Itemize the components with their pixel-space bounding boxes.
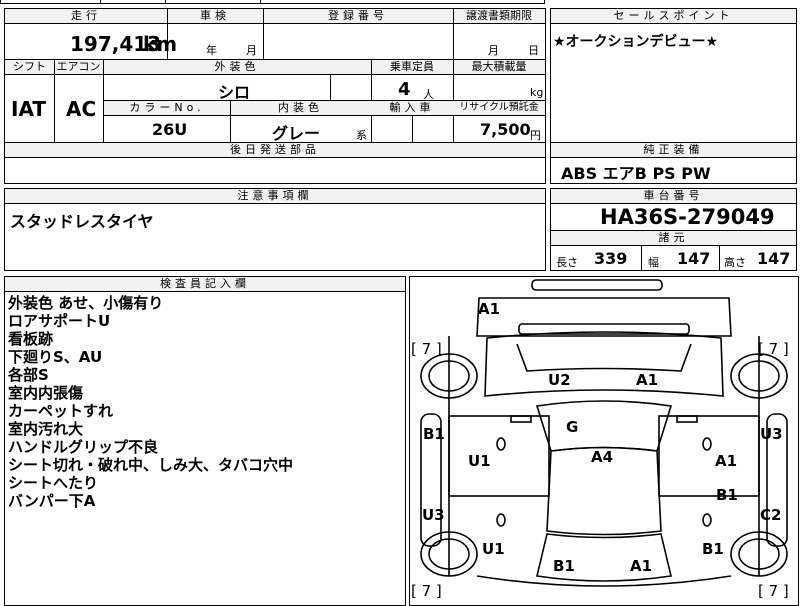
header-inspector-notes: 検査員記入欄 — [5, 277, 405, 292]
left-fender-label: B1 — [423, 425, 445, 443]
max-load-unit: kg — [530, 86, 544, 99]
notes-text: スタッドレスタイヤ — [10, 212, 154, 231]
inspection-month-unit: 月 — [246, 44, 257, 57]
interior-suffix: 系 — [356, 129, 367, 142]
header-sales-point: セールスポイント — [551, 9, 796, 24]
header-import-car: 輸入車 — [371, 101, 453, 116]
rear-left-label: B1 — [553, 557, 575, 575]
rear-right-label: A1 — [630, 557, 653, 575]
header-interior-color: 内装色 — [230, 101, 371, 116]
windshield-label: G — [566, 418, 579, 436]
right-front-door-label: A1 — [715, 452, 738, 470]
header-exterior-color: 外装色 — [103, 60, 371, 75]
length-value: 339 — [594, 249, 628, 268]
inspector-note: バンパー下A — [8, 492, 96, 510]
inspector-note: 下廻りS、AU — [8, 348, 103, 366]
inspector-note: ハンドルグリップ不良 — [8, 438, 159, 456]
top-strip — [0, 0, 545, 4]
mileage-unit: km — [143, 32, 178, 56]
inspector-note: カーペットすれ — [8, 402, 114, 420]
inspector-note: ロアサポートU — [8, 312, 111, 330]
front-bumper-label: A1 — [478, 300, 501, 318]
header-genuine-equipment: 純正装備 — [551, 143, 796, 158]
inspector-note: 外装色 あせ、小傷有り — [8, 294, 164, 312]
transfer-day-unit: 日 — [528, 44, 539, 57]
tire-rear-left-label: [ 7 ] — [411, 582, 442, 600]
genuine-equipment-value: ABS エアB PS PW — [561, 164, 711, 183]
inspection-year-unit: 年 — [206, 44, 217, 57]
tire-rear-right-label: [ 7 ] — [758, 582, 789, 600]
header-recycle-deposit: リサイクル預託金 — [453, 101, 545, 116]
transfer-month-unit: 月 — [488, 44, 499, 57]
inspector-notes-list: 外装色 あせ、小傷有り ロアサポートU 看板跡 下廻りS、AU 各部S 室内内張… — [8, 294, 403, 510]
car-diagram — [420, 279, 788, 587]
sales-point-text: ★オークションデビュー★ — [553, 34, 719, 50]
inspector-note: 各部S — [8, 366, 49, 384]
capacity-value: 4 — [398, 79, 411, 100]
width-value: 147 — [677, 249, 711, 268]
hood-right-label: A1 — [636, 371, 659, 389]
header-dimensions: 諸元 — [551, 231, 796, 246]
hood-left-label: U2 — [548, 371, 571, 389]
tire-front-right-label: [ 7 ] — [758, 340, 789, 358]
recycle-deposit-value: 7,500 — [480, 120, 531, 139]
width-label: 幅 — [648, 256, 659, 269]
left-front-door-label: U1 — [468, 452, 491, 470]
header-notes: 注意事項欄 — [5, 189, 545, 204]
right-rear-quarter-label: C2 — [760, 506, 782, 524]
height-label: 高さ — [724, 256, 746, 269]
inspector-note: シート切れ・破れ中、しみ大、タバコ穴中 — [8, 456, 294, 474]
header-shift: シフト — [5, 60, 54, 75]
header-aircon: エアコン — [54, 60, 103, 75]
header-color-no: カラーNo. — [104, 101, 230, 116]
right-rear-door-lower-label: B1 — [702, 540, 724, 558]
right-rear-door-label: B1 — [716, 486, 738, 504]
interior-color-value: グレー — [272, 124, 321, 143]
shift-value: IAT — [11, 97, 47, 121]
header-transfer-deadline: 譲渡書類期限 — [453, 9, 545, 24]
color-no-value: 26U — [152, 120, 188, 139]
roof-label: A4 — [591, 448, 614, 466]
recycle-unit: 円 — [530, 129, 541, 142]
right-fender-label: U3 — [760, 425, 783, 443]
header-capacity: 乗車定員 — [371, 60, 453, 75]
chassis-no-value: HA36S-279049 — [600, 205, 775, 229]
header-max-load: 最大積載量 — [453, 60, 545, 75]
header-chassis-no: 車台番号 — [551, 189, 796, 204]
left-rear-door-lower-label: U1 — [482, 540, 505, 558]
inspector-note: 看板跡 — [8, 330, 54, 348]
left-rear-quarter-label: U3 — [422, 506, 445, 524]
header-registration-no: 登録番号 — [263, 9, 453, 24]
length-label: 長さ — [556, 256, 578, 269]
header-later-parts: 後日発送部品 — [5, 143, 545, 158]
header-inspection: 車検 — [167, 9, 263, 24]
tire-front-left-label: [ 7 ] — [411, 340, 442, 358]
inspector-note: シートへたり — [8, 474, 99, 492]
inspector-note: 室内汚れ大 — [8, 420, 84, 438]
height-value: 147 — [757, 249, 791, 268]
inspector-note: 室内内張傷 — [8, 384, 84, 402]
aircon-value: AC — [66, 97, 97, 121]
header-mileage: 走行 — [5, 9, 167, 24]
